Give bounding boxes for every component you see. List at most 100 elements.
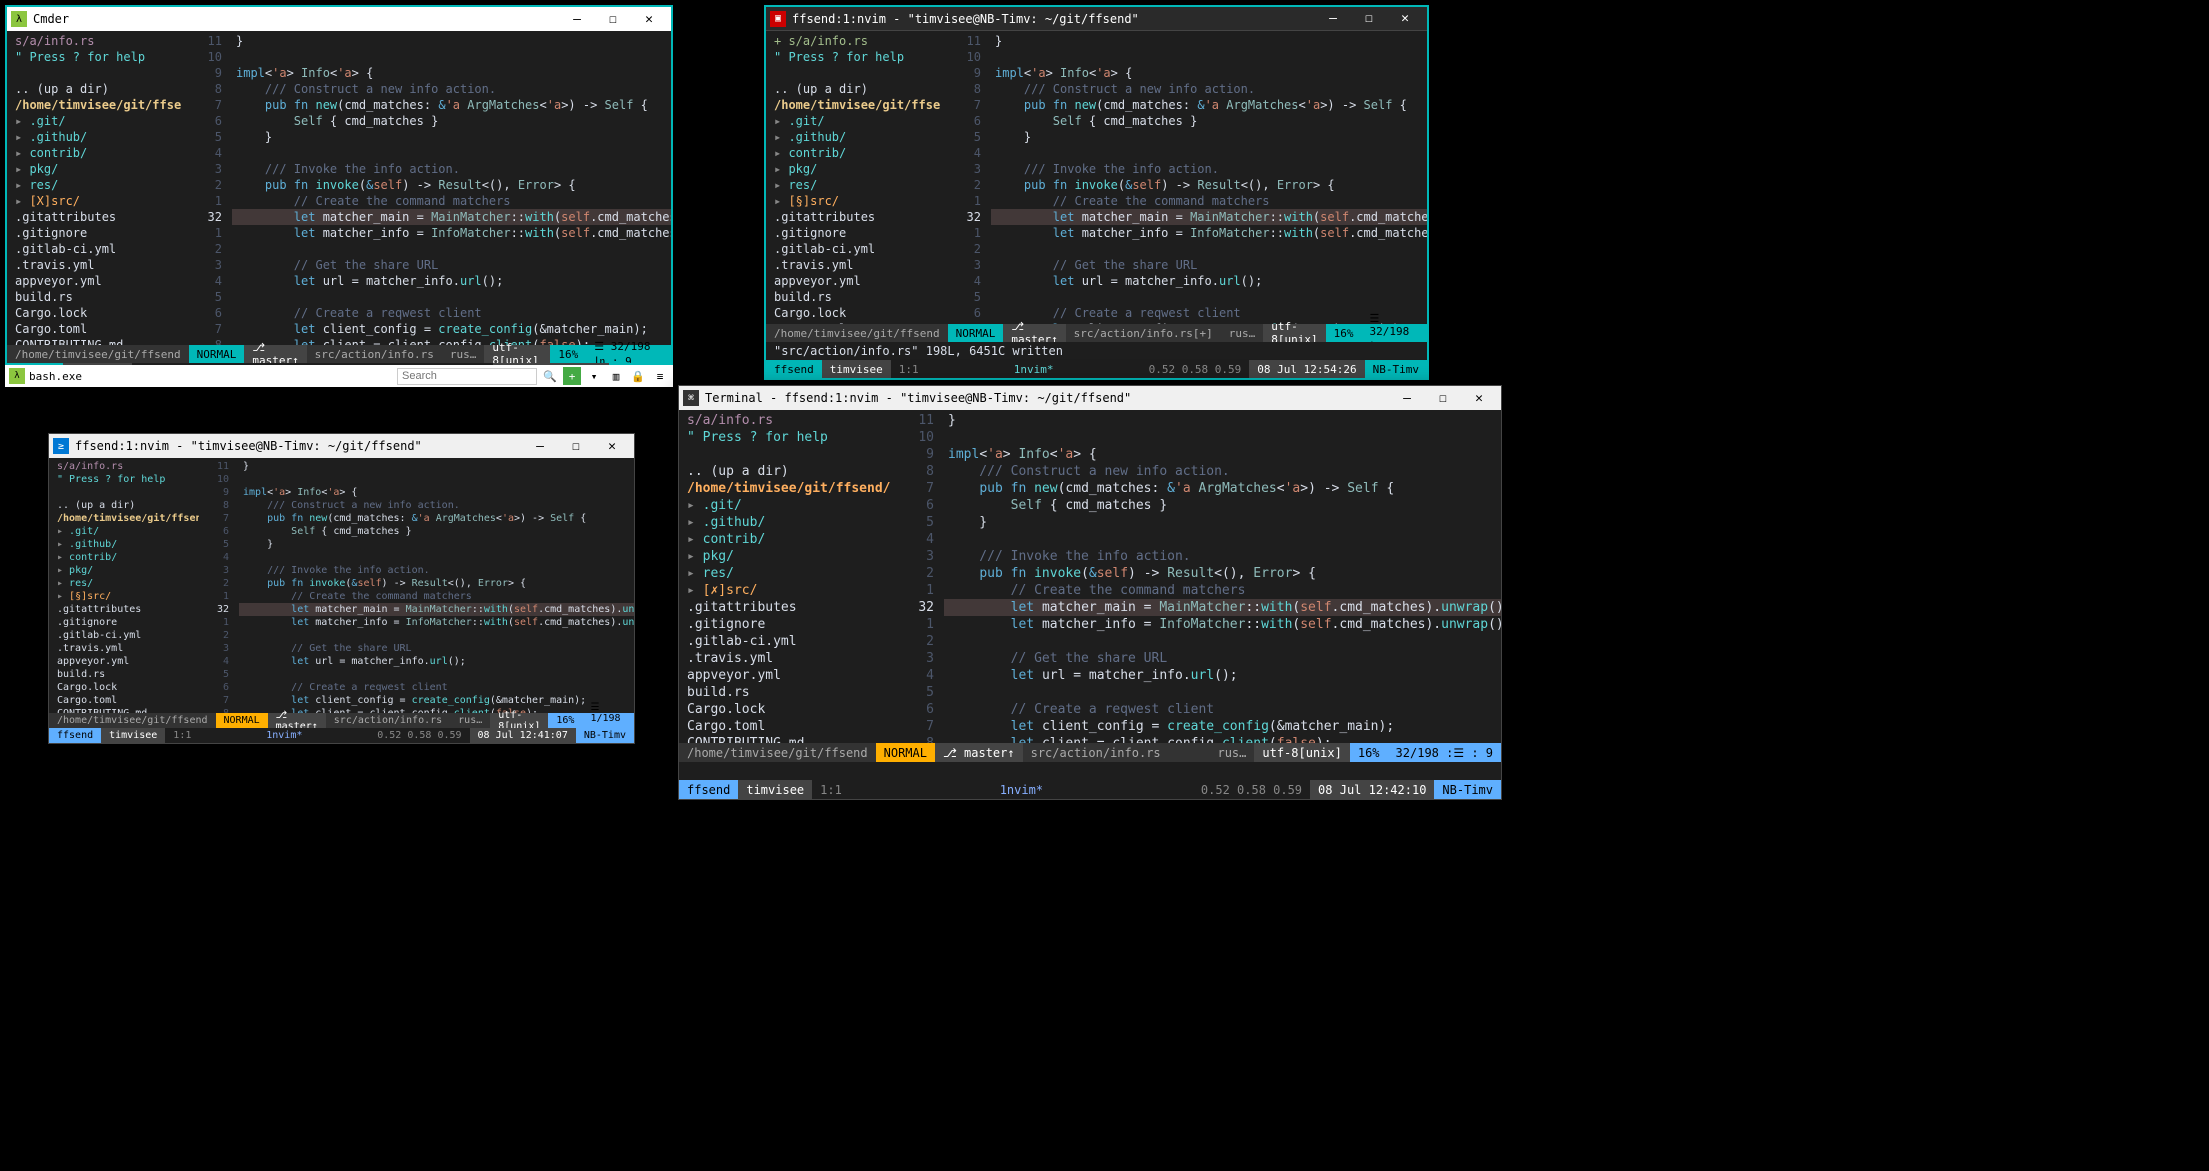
code-area[interactable]: } impl<'a> Info<'a> { /// Construct a ne… bbox=[232, 31, 671, 345]
tree-dir[interactable]: ▸ res/ bbox=[7, 177, 182, 193]
tree-path: /home/timvisee/git/ffsend/ bbox=[7, 97, 182, 113]
tree-dir[interactable]: ▸ contrib/ bbox=[766, 145, 941, 161]
add-tab-button[interactable]: + bbox=[563, 367, 581, 385]
tree-file[interactable]: Cargo.toml bbox=[7, 321, 182, 337]
code-area[interactable]: } impl<'a> Info<'a> { /// Construct a ne… bbox=[991, 31, 1427, 324]
tree-dir[interactable]: ▸ [§]src/ bbox=[766, 193, 941, 209]
file-tree[interactable]: s/a/info.rs " Press ? for help .. (up a … bbox=[7, 31, 182, 345]
tree-file[interactable]: .gitignore bbox=[679, 616, 894, 633]
window-title: ffsend:1:nvim - "timvisee@NB-Timv: ~/git… bbox=[792, 12, 1139, 26]
tree-dir[interactable]: ▸ pkg/ bbox=[679, 548, 894, 565]
tree-file[interactable]: CONTRIBUTING.md bbox=[7, 337, 182, 345]
close-button[interactable]: ✕ bbox=[1387, 7, 1423, 31]
close-button[interactable]: ✕ bbox=[594, 434, 630, 458]
tree-dir[interactable]: ▸ .git/ bbox=[49, 525, 199, 538]
tree-file[interactable]: .gitattributes bbox=[49, 603, 199, 616]
window-nvim-2: ▣ ffsend:1:nvim - "timvisee@NB-Timv: ~/g… bbox=[764, 5, 1429, 380]
tree-dir[interactable]: ▸ [✗]src/ bbox=[679, 582, 894, 599]
close-button[interactable]: ✕ bbox=[1461, 386, 1497, 410]
tree-file[interactable]: build.rs bbox=[679, 684, 894, 701]
window-title: Cmder bbox=[33, 12, 69, 26]
minimize-button[interactable]: — bbox=[1389, 386, 1425, 410]
close-button[interactable]: ✕ bbox=[631, 7, 667, 31]
tree-file[interactable]: .gitattributes bbox=[679, 599, 894, 616]
titlebar[interactable]: ▣ ffsend:1:nvim - "timvisee@NB-Timv: ~/g… bbox=[766, 7, 1427, 31]
minimize-button[interactable]: — bbox=[522, 434, 558, 458]
tree-file[interactable]: Cargo.lock bbox=[766, 305, 941, 321]
tree-file[interactable]: build.rs bbox=[7, 289, 182, 305]
tree-file[interactable]: .gitignore bbox=[766, 225, 941, 241]
tree-dir[interactable]: ▸ contrib/ bbox=[7, 145, 182, 161]
panel-icon[interactable]: ▥ bbox=[607, 367, 625, 385]
tree-dir[interactable]: ▸ pkg/ bbox=[7, 161, 182, 177]
tree-file[interactable]: appveyor.yml bbox=[49, 655, 199, 668]
tree-dir[interactable]: ▸ res/ bbox=[679, 565, 894, 582]
tree-dir[interactable]: ▸ res/ bbox=[49, 577, 199, 590]
file-tree[interactable]: s/a/info.rs " Press ? for help .. (up a … bbox=[679, 410, 894, 743]
tree-file[interactable]: .travis.yml bbox=[766, 257, 941, 273]
cmder-toolbar[interactable]: λ bash.exe 🔍 + ▾ ▥ 🔒 ≡ bbox=[5, 365, 673, 387]
tree-dir[interactable]: ▸ .github/ bbox=[766, 129, 941, 145]
tree-dir[interactable]: ▸ .github/ bbox=[7, 129, 182, 145]
maximize-button[interactable]: ☐ bbox=[1425, 386, 1461, 410]
tree-dir[interactable]: ▸ res/ bbox=[766, 177, 941, 193]
dropdown-icon[interactable]: ▾ bbox=[585, 367, 603, 385]
tree-dir[interactable]: ▸ .git/ bbox=[766, 113, 941, 129]
line-gutter: 11109876543213212345678910111213 bbox=[941, 31, 991, 324]
menu-icon[interactable]: ≡ bbox=[651, 367, 669, 385]
search-button[interactable]: 🔍 bbox=[541, 367, 559, 385]
minimize-button[interactable]: — bbox=[559, 7, 595, 31]
tree-file[interactable]: build.rs bbox=[766, 289, 941, 305]
tree-dir[interactable]: ▸ contrib/ bbox=[49, 551, 199, 564]
tree-file[interactable]: .gitignore bbox=[49, 616, 199, 629]
search-input[interactable] bbox=[397, 368, 537, 385]
tab-label[interactable]: bash.exe bbox=[29, 370, 82, 383]
tree-file[interactable]: Cargo.lock bbox=[679, 701, 894, 718]
tree-file[interactable]: appveyor.yml bbox=[766, 273, 941, 289]
tree-file[interactable]: .travis.yml bbox=[679, 650, 894, 667]
tree-dir[interactable]: ▸ .github/ bbox=[49, 538, 199, 551]
tree-file[interactable]: Cargo.toml bbox=[679, 718, 894, 735]
code-area[interactable]: } impl<'a> Info<'a> { /// Construct a ne… bbox=[944, 410, 1501, 743]
titlebar[interactable]: ⌘ Terminal - ffsend:1:nvim - "timvisee@N… bbox=[679, 386, 1501, 410]
maximize-button[interactable]: ☐ bbox=[595, 7, 631, 31]
tree-dir[interactable]: ▸ .git/ bbox=[7, 113, 182, 129]
tree-file[interactable]: .gitlab-ci.yml bbox=[49, 629, 199, 642]
tree-file[interactable]: Cargo.lock bbox=[7, 305, 182, 321]
minimize-button[interactable]: — bbox=[1315, 7, 1351, 31]
tree-dir[interactable]: ▸ contrib/ bbox=[679, 531, 894, 548]
app-icon: ▣ bbox=[770, 11, 786, 27]
tree-dir[interactable]: ▸ .git/ bbox=[679, 497, 894, 514]
file-tree[interactable]: s/a/info.rs " Press ? for help .. (up a … bbox=[49, 458, 199, 713]
tree-dir[interactable]: ▸ pkg/ bbox=[49, 564, 199, 577]
tree-file[interactable]: .gitattributes bbox=[766, 209, 941, 225]
tree-file[interactable]: .travis.yml bbox=[7, 257, 182, 273]
tree-file[interactable]: .travis.yml bbox=[49, 642, 199, 655]
titlebar[interactable]: ≥ ffsend:1:nvim - "timvisee@NB-Timv: ~/g… bbox=[49, 434, 634, 458]
tree-file[interactable]: .gitlab-ci.yml bbox=[766, 241, 941, 257]
tree-dir[interactable]: ▸ [X]src/ bbox=[7, 193, 182, 209]
tree-file[interactable]: CONTRIBUTING.md bbox=[679, 735, 894, 743]
statusbar-vim: /home/timvisee/git/ffsend NORMAL ⎇ maste… bbox=[679, 743, 1501, 762]
maximize-button[interactable]: ☐ bbox=[1351, 7, 1387, 31]
file-tree[interactable]: + s/a/info.rs " Press ? for help .. (up … bbox=[766, 31, 941, 324]
tree-file[interactable]: Cargo.lock bbox=[49, 681, 199, 694]
tree-file[interactable]: .gitlab-ci.yml bbox=[7, 241, 182, 257]
tree-file[interactable]: Cargo.toml bbox=[49, 694, 199, 707]
tree-file[interactable]: build.rs bbox=[49, 668, 199, 681]
tree-dir[interactable]: ▸ [§]src/ bbox=[49, 590, 199, 603]
tree-file[interactable]: appveyor.yml bbox=[7, 273, 182, 289]
app-icon: λ bbox=[11, 11, 27, 27]
tree-dir[interactable]: ▸ pkg/ bbox=[766, 161, 941, 177]
tree-file[interactable]: .gitlab-ci.yml bbox=[679, 633, 894, 650]
tree-file[interactable]: appveyor.yml bbox=[679, 667, 894, 684]
titlebar[interactable]: λ Cmder — ☐ ✕ bbox=[7, 7, 671, 31]
tree-dir[interactable]: ▸ .github/ bbox=[679, 514, 894, 531]
lock-icon[interactable]: 🔒 bbox=[629, 367, 647, 385]
window-terminal-4: ⌘ Terminal - ffsend:1:nvim - "timvisee@N… bbox=[678, 385, 1502, 800]
tree-file[interactable]: .gitattributes bbox=[7, 209, 182, 225]
code-area[interactable]: } impl<'a> Info<'a> { /// Construct a ne… bbox=[239, 458, 634, 713]
tree-file[interactable]: .gitignore bbox=[7, 225, 182, 241]
statusbar-tmux: ffsend timvisee 1:1 1nvim* 0.52 0.58 0.5… bbox=[49, 728, 634, 743]
maximize-button[interactable]: ☐ bbox=[558, 434, 594, 458]
